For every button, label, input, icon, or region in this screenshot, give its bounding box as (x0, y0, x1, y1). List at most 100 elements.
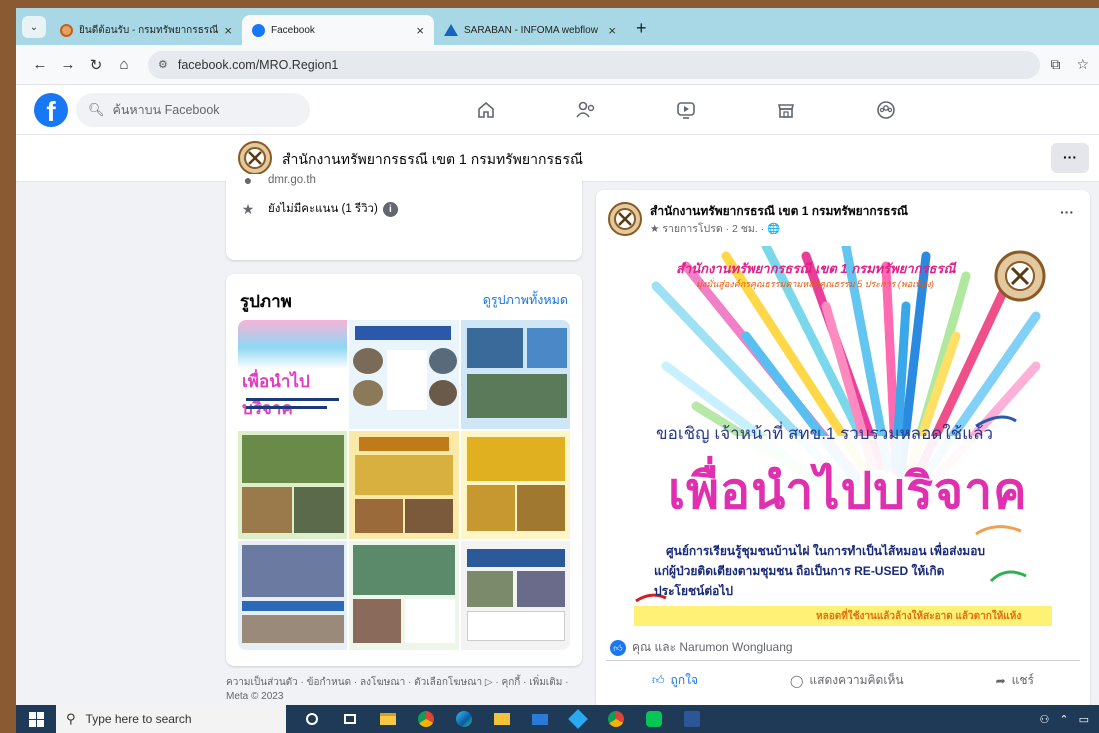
start-button[interactable] (16, 705, 56, 733)
photo-thumbnail[interactable] (460, 320, 570, 429)
page-name: สำนักงานทรัพยากรธรณี เขต 1 กรมทรัพยากรธร… (282, 151, 584, 167)
post-meta: ★ รายการโปรด · 2 ชม. · 🌐 (650, 223, 781, 235)
reaction-names[interactable]: คุณ และ Narumon Wongluang (632, 638, 793, 657)
facebook-search-input[interactable]: 🔍︎ ค้นหาบน Facebook (76, 93, 310, 127)
site-settings-icon[interactable]: ⚙ (158, 58, 168, 71)
network-icon[interactable]: ▭ (1079, 713, 1089, 726)
windows-taskbar: ⚲ Type here to search ⚇ ⌃ ▭ (16, 705, 1099, 733)
photo-thumbnail[interactable] (238, 541, 348, 650)
comment-label: แสดงความคิดเห็น (809, 673, 904, 687)
taskbar-search-input[interactable]: ⚲ Type here to search (56, 705, 286, 733)
image-top-title: สำนักงานทรัพยากรธรณี เขต 1 กรมทรัพยากรธร… (676, 261, 956, 276)
back-icon[interactable]: ← (26, 56, 54, 73)
reaction-summary[interactable]: 👍︎ คุณ และ Narumon Wongluang (610, 638, 793, 657)
photo-thumbnail[interactable] (349, 320, 459, 429)
bookmark-star-icon[interactable]: ☆ (1076, 56, 1089, 73)
image-body-line2: แก่ผู้ป่วยติดเตียงตามชุมชน ถือเป็นการ RE… (654, 564, 945, 578)
home-icon[interactable] (436, 85, 536, 135)
image-headline: เพื่อนำไปบริจาค (668, 463, 1028, 519)
url-text: facebook.com/MRO.Region1 (177, 57, 339, 72)
tab-label: Facebook (271, 24, 315, 36)
tray-chevron-icon[interactable]: ⌃ (1059, 713, 1068, 726)
tab-dmr[interactable]: ยินดีต้อนรับ - กรมทรัพยากรธรณี × (50, 15, 242, 45)
search-placeholder: ค้นหาบน Facebook (112, 103, 220, 117)
line-icon[interactable] (638, 705, 670, 733)
url-bar[interactable]: ⚙ facebook.com/MRO.Region1 (148, 50, 1041, 79)
cast-icon[interactable]: ⧉ (1050, 56, 1060, 73)
search-icon: 🔍︎ (88, 102, 105, 117)
photos-card: รูปภาพ ดูรูปภาพทั้งหมด เพื่อนำไปบริจาค (226, 274, 582, 666)
photo-thumbnail[interactable] (349, 541, 459, 650)
address-toolbar: ← → ↻ ⌂ ⚙ facebook.com/MRO.Region1 ⧉ ☆ (16, 45, 1099, 85)
photo-thumbnail[interactable] (238, 430, 348, 540)
friends-icon[interactable] (536, 85, 636, 135)
browser-window: ⌄ ยินดีต้อนรับ - กรมทรัพยากรธรณี × Faceb… (16, 8, 1099, 705)
post-image[interactable]: สำนักงานทรัพยากรธรณี เขต 1 กรมทรัพยากรธร… (596, 246, 1090, 626)
tab-strip: ⌄ ยินดีต้อนรับ - กรมทรัพยากรธรณี × Faceb… (16, 8, 1099, 45)
tab-label: ยินดีต้อนรับ - กรมทรัพยากรธรณี (79, 24, 219, 36)
file-explorer-icon[interactable] (372, 705, 404, 733)
footer-links[interactable]: ความเป็นส่วนตัว · ข้อกำหนด · ลงโฆษณา · ต… (226, 676, 586, 704)
task-view-icon[interactable] (334, 705, 366, 733)
search-icon: ⚲ (66, 711, 76, 726)
app-icon[interactable] (562, 705, 594, 733)
tab-saraban[interactable]: SARABAN - INFOMA webflow × (434, 15, 626, 45)
comment-button[interactable]: ◯ แสดงความคิดเห็น (790, 671, 904, 690)
image-body-line3: ประโยชน์ต่อไป (654, 584, 733, 598)
website-row[interactable]: ● dmr.go.th (240, 172, 316, 188)
watch-icon[interactable] (636, 85, 736, 135)
post-actions: 👍︎ ถูกใจ ◯ แสดงความคิดเห็น ➦ แชร์ (606, 660, 1080, 700)
intro-card: ● dmr.go.th ★ ยังไม่มีคะแนน (1 รีวิว) i (226, 172, 582, 260)
globe-icon: ● (243, 172, 253, 188)
mail-icon[interactable] (524, 705, 556, 733)
like-button[interactable]: 👍︎ ถูกใจ (652, 671, 698, 690)
system-tray: ⚇ ⌃ ▭ (1040, 713, 1099, 726)
marketplace-icon[interactable] (736, 85, 836, 135)
windows-logo-icon (28, 711, 44, 727)
taskbar-search-placeholder: Type here to search (85, 712, 192, 726)
close-icon[interactable]: × (608, 23, 616, 38)
website-link[interactable]: dmr.go.th (268, 174, 316, 186)
folder-icon[interactable] (486, 705, 518, 733)
rating-row: ★ ยังไม่มีคะแนน (1 รีวิว) i (240, 200, 398, 218)
forward-icon[interactable]: → (54, 56, 82, 73)
like-reaction-icon: 👍︎ (610, 639, 626, 656)
image-note: หลอดที่ใช้งานแล้วล้างให้สะอาด แล้วตากให้… (816, 611, 1022, 622)
reload-icon[interactable]: ↻ (82, 56, 110, 74)
photo-grid: เพื่อนำไปบริจาค (238, 320, 570, 650)
image-invite-text: ขอเชิญ เจ้าหน้าที่ สทข.1 รวบรวมหลอดใช้แล… (656, 424, 994, 443)
photo-thumbnail[interactable] (460, 541, 570, 650)
share-button[interactable]: ➦ แชร์ (996, 671, 1034, 690)
close-icon[interactable]: × (224, 23, 232, 38)
post-options-button[interactable]: ··· (1060, 204, 1074, 220)
new-tab-button[interactable]: + (636, 18, 647, 39)
photo-thumbnail[interactable] (460, 430, 570, 540)
page-more-button[interactable]: ··· (1051, 143, 1089, 173)
post-card: สำนักงานทรัพยากรธรณี เขต 1 กรมทรัพยากรธร… (596, 190, 1090, 705)
people-icon[interactable]: ⚇ (1040, 713, 1050, 726)
comment-icon: ◯ (789, 673, 804, 688)
thumbs-up-icon: 👍︎ (652, 673, 665, 687)
info-icon[interactable]: i (382, 201, 398, 217)
facebook-favicon-icon (252, 23, 265, 37)
facebook-header: f 🔍︎ ค้นหาบน Facebook (16, 85, 1099, 135)
post-author-avatar[interactable] (608, 202, 642, 236)
page-avatar[interactable] (238, 141, 272, 175)
tab-facebook[interactable]: Facebook × (242, 15, 434, 45)
groups-icon[interactable] (836, 85, 936, 135)
chrome-profile-icon[interactable] (600, 705, 632, 733)
see-all-photos-link[interactable]: ดูรูปภาพทั้งหมด (483, 290, 568, 310)
photo-thumbnail[interactable] (349, 430, 459, 540)
home-icon[interactable]: ⌂ (110, 56, 138, 73)
facebook-logo[interactable]: f (34, 93, 68, 127)
word-icon[interactable] (676, 705, 708, 733)
close-icon[interactable]: × (416, 23, 424, 38)
photo-thumbnail[interactable]: เพื่อนำไปบริจาค (238, 320, 348, 429)
edge-icon[interactable] (448, 705, 480, 733)
chrome-icon[interactable] (410, 705, 442, 733)
share-label: แชร์ (1011, 673, 1034, 687)
cortana-icon[interactable] (296, 705, 328, 733)
tab-search-button[interactable]: ⌄ (22, 16, 46, 38)
post-author-name[interactable]: สำนักงานทรัพยากรธรณี เขต 1 กรมทรัพยากรธร… (650, 202, 908, 221)
saraban-favicon-icon (444, 24, 458, 36)
